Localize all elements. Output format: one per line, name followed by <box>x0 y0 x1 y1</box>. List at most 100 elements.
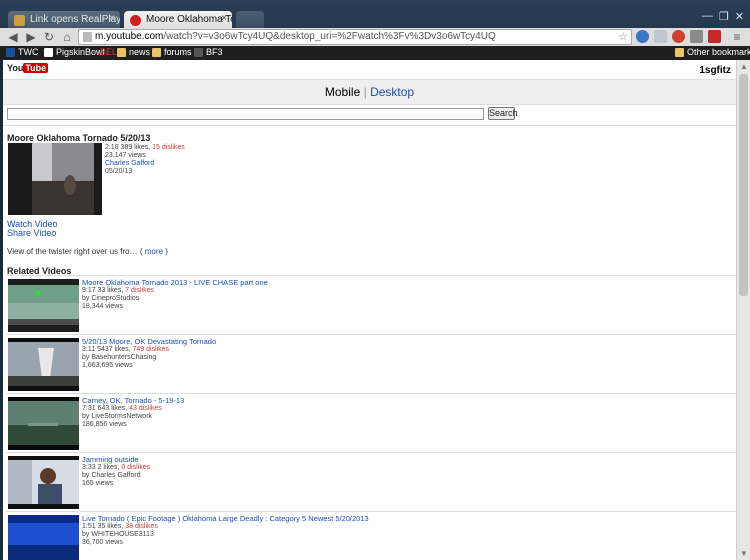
mode-switch-bar: Mobile | Desktop <box>3 79 736 105</box>
bookmark-news[interactable]: news <box>117 47 150 57</box>
thumbnail-image <box>8 279 79 332</box>
gmail-icon[interactable] <box>708 30 721 43</box>
related-thumbnail[interactable] <box>8 456 79 509</box>
related-duration: 3:33 <box>82 464 96 471</box>
folder-icon <box>117 47 126 57</box>
related-info: Live Tornado ( Epic Footage ) Oklahoma L… <box>82 515 369 547</box>
extension-globe-icon[interactable] <box>636 30 649 43</box>
divider <box>3 125 736 126</box>
scroll-up-arrow-icon[interactable]: ▲ <box>740 62 748 71</box>
menu-icon[interactable]: ≡ <box>730 30 744 44</box>
bookmark-label: Other bookmarks <box>687 47 750 57</box>
other-bookmarks[interactable]: Other bookmarks <box>675 47 750 57</box>
bookmark-label: BF3 <box>206 47 223 57</box>
mode-separator: | <box>363 85 367 99</box>
address-bar[interactable]: m.youtube.com/watch?v=v3o6wTcy4UQ&deskto… <box>78 29 632 45</box>
bookmark-label: forums <box>164 47 192 57</box>
desktop-mode-link[interactable]: Desktop <box>370 85 414 99</box>
more-link[interactable]: more <box>145 247 163 256</box>
extension-puzzle-icon[interactable] <box>654 30 667 43</box>
video-date: 05/20/13 <box>105 168 133 175</box>
bookmark-bel[interactable]: BEL <box>100 47 117 57</box>
url-host: m.youtube.com <box>95 31 164 42</box>
page-content: You Tube 1sgfitz Mobile | Desktop Search … <box>3 60 736 560</box>
mobile-mode: Mobile <box>324 85 361 99</box>
related-thumbnail[interactable] <box>8 279 79 332</box>
twc-icon <box>6 47 15 57</box>
scrollbar-thumb[interactable] <box>739 74 748 296</box>
related-likes: 643 likes, <box>97 405 128 412</box>
page-icon <box>44 47 53 57</box>
related-duration: 3:11 <box>82 346 96 353</box>
more-paren-close: ) <box>165 247 168 256</box>
related-duration: 9:17 <box>82 287 96 294</box>
related-likes: 2 likes, <box>97 464 120 471</box>
related-uploader: by CineproStudios <box>82 295 140 302</box>
video-thumbnail[interactable] <box>8 143 102 215</box>
share-video-link[interactable]: Share Video <box>7 228 56 238</box>
related-views: 165 views <box>82 480 114 487</box>
minimize-button[interactable]: — <box>702 10 713 23</box>
tab-favicon-icon <box>14 15 25 26</box>
related-likes: 33 likes, <box>97 287 124 294</box>
related-info: 5/20/13 Moore, OK Devastating Tornado 3:… <box>82 338 216 370</box>
youtube-favicon-icon <box>130 15 141 26</box>
browser-chrome: Link opens RealPlayer - W × Moore Oklaho… <box>0 0 750 60</box>
video-description: View of the twister right over us fro… (… <box>7 247 168 256</box>
video-likes: 389 likes, <box>120 144 151 151</box>
bookmark-label: PigskinBowl <box>56 47 105 57</box>
related-uploader: by BasehuntersChasing <box>82 354 157 361</box>
close-tab-icon[interactable]: × <box>109 13 115 24</box>
related-title-link[interactable]: Live Tornado ( Epic Footage ) Oklahoma L… <box>82 515 369 523</box>
more-paren-open: ( <box>139 247 143 256</box>
related-video-item[interactable]: Moore Oklahoma Tornado 2013 - LIVE CHASE… <box>6 275 736 333</box>
related-video-item[interactable]: 5/20/13 Moore, OK Devastating Tornado 3:… <box>6 334 736 392</box>
close-window-button[interactable]: ✕ <box>735 10 744 23</box>
reload-icon[interactable]: ↻ <box>42 30 56 44</box>
related-video-item[interactable]: Carney, OK, Tornado - 5-19-13 7:31 643 l… <box>6 393 736 451</box>
related-uploader: by WHITEHOUSE3113 <box>82 531 154 538</box>
related-title-link[interactable]: 5/20/13 Moore, OK Devastating Tornado <box>82 338 216 346</box>
forward-arrow-icon[interactable]: ▶ <box>24 30 38 44</box>
search-input[interactable] <box>7 108 484 120</box>
video-duration: 2:18 <box>105 144 119 151</box>
username[interactable]: 1sgfitz <box>699 65 731 76</box>
related-likes: 35 likes, <box>97 523 124 530</box>
related-video-item[interactable]: Jamming outside 3:33 2 likes, 0 dislikes… <box>6 452 736 510</box>
related-info: Jamming outside 3:33 2 likes, 0 dislikes… <box>82 456 150 488</box>
home-icon[interactable]: ⌂ <box>60 30 74 44</box>
back-arrow-icon[interactable]: ◀ <box>6 30 20 44</box>
close-tab-icon[interactable]: × <box>221 13 227 24</box>
vertical-scrollbar[interactable]: ▲ ▼ <box>736 60 750 560</box>
thumbnail-image <box>8 397 79 450</box>
related-video-item[interactable]: Live Tornado ( Epic Footage ) Oklahoma L… <box>6 511 736 560</box>
related-uploader: by LiveStormsNetwork <box>82 413 153 420</box>
video-dislikes: 15 dislikes <box>152 144 185 151</box>
bookmark-pigskinbowl[interactable]: PigskinBowl <box>44 47 105 57</box>
bookmark-bf3[interactable]: BF3 <box>194 47 223 57</box>
extension-stop-icon[interactable] <box>672 30 685 43</box>
url-path: /watch?v=v3o6wTcy4UQ&desktop_uri=%2Fwatc… <box>163 31 496 42</box>
bookmarks-bar: TWC PigskinBowl BEL news forums BF3 Othe… <box>0 46 750 60</box>
video-thumbnail-image <box>8 143 102 215</box>
related-title-link[interactable]: Moore Oklahoma Tornado 2013 - LIVE CHASE… <box>82 279 268 287</box>
video-views: 23,147 views <box>105 152 146 159</box>
related-thumbnail[interactable] <box>8 397 79 450</box>
related-dislikes: 7 dislikes <box>125 287 155 294</box>
logo-tube: Tube <box>23 63 49 73</box>
related-title-link[interactable]: Carney, OK, Tornado - 5-19-13 <box>82 397 184 405</box>
search-button[interactable]: Search <box>488 107 518 120</box>
bookmark-star-icon[interactable]: ☆ <box>618 30 628 44</box>
maximize-button[interactable]: ❐ <box>719 10 729 23</box>
download-icon[interactable] <box>690 30 703 43</box>
related-thumbnail[interactable] <box>8 338 79 391</box>
related-title-link[interactable]: Jamming outside <box>82 456 150 464</box>
related-thumbnail[interactable] <box>8 515 79 560</box>
bookmark-twc[interactable]: TWC <box>6 47 39 57</box>
youtube-logo[interactable]: You Tube <box>7 63 49 75</box>
bookmark-forums[interactable]: forums <box>152 47 192 57</box>
tab-strip: Link opens RealPlayer - W × Moore Oklaho… <box>0 8 750 30</box>
uploader-link[interactable]: Charles Gafford <box>105 160 154 167</box>
scroll-down-arrow-icon[interactable]: ▼ <box>740 549 748 558</box>
related-duration: 7:31 <box>82 405 96 412</box>
